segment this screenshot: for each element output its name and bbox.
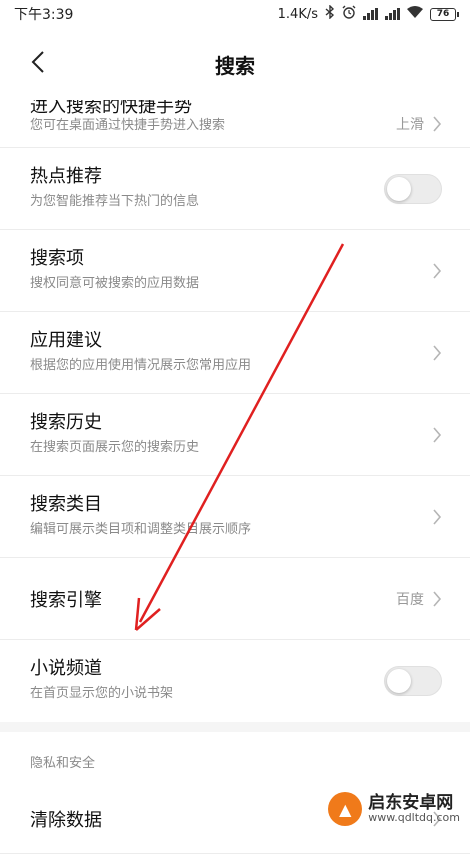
setting-subtitle: 搜权同意可被搜索的应用数据 — [30, 276, 200, 291]
setting-search-categories[interactable]: 搜索类目 编辑可展示类目项和调整类目展示顺序 — [0, 476, 470, 558]
setting-right — [432, 476, 442, 557]
page-title: 搜索 — [215, 53, 255, 78]
watermark: ▲ 启东安卓网 www.qdltdq.com — [328, 792, 460, 826]
battery-icon: 76 — [430, 7, 459, 21]
status-icons: 1.4K/s 76 — [277, 4, 459, 23]
back-button[interactable] — [18, 42, 58, 82]
section-header-privacy: 隐私和安全 — [0, 732, 470, 784]
setting-title: 小说频道 — [30, 658, 102, 679]
setting-right: 上滑 — [396, 100, 442, 147]
section-divider — [0, 722, 470, 732]
settings-list: 进入搜索的快捷手势 您可在桌面通过快捷手势进入搜索 上滑 热点推荐 为您智能推荐… — [0, 100, 470, 854]
setting-search-items[interactable]: 搜索项 搜权同意可被搜索的应用数据 — [0, 230, 470, 312]
setting-value: 百度 — [396, 591, 424, 608]
setting-search-engine[interactable]: 搜索引擎 百度 — [0, 558, 470, 640]
setting-subtitle: 您可在桌面通过快捷手势进入搜索 — [30, 118, 226, 133]
setting-right: 百度 — [396, 558, 442, 639]
setting-search-history[interactable]: 搜索历史 在搜索页面展示您的搜索历史 — [0, 394, 470, 476]
chevron-left-icon — [31, 51, 44, 73]
setting-gesture[interactable]: 进入搜索的快捷手势 您可在桌面通过快捷手势进入搜索 上滑 — [0, 100, 470, 148]
setting-title: 搜索项 — [30, 248, 84, 269]
chevron-right-icon — [433, 262, 442, 279]
setting-title: 清除数据 — [30, 810, 102, 831]
watermark-text: 启东安卓网 www.qdltdq.com — [368, 792, 460, 825]
setting-title: 搜索历史 — [30, 412, 102, 433]
chevron-right-icon — [433, 508, 442, 525]
watermark-logo-icon: ▲ — [328, 792, 363, 826]
status-time: 下午3:39 — [14, 7, 74, 23]
setting-right — [432, 312, 442, 393]
chevron-right-icon — [433, 344, 442, 361]
toggle-knob — [387, 176, 411, 201]
watermark-url: www.qdltdq.com — [368, 811, 460, 825]
setting-right — [432, 394, 442, 475]
toggle-knob — [387, 669, 411, 693]
section-header-label: 隐私和安全 — [30, 756, 96, 771]
network-speed: 1.4K/s — [277, 6, 318, 22]
setting-novel-channel[interactable]: 小说频道 在首页显示您的小说书架 — [0, 640, 470, 722]
setting-hot-recommend[interactable]: 热点推荐 为您智能推荐当下热门的信息 — [0, 148, 470, 230]
alarm-icon — [342, 5, 356, 23]
setting-subtitle: 根据您的应用使用情况展示您常用应用 — [30, 358, 252, 373]
novel-channel-toggle[interactable] — [384, 666, 442, 696]
setting-subtitle: 在搜索页面展示您的搜索历史 — [30, 440, 200, 455]
wifi-icon — [407, 6, 423, 22]
setting-right — [432, 230, 442, 311]
setting-value: 上滑 — [396, 116, 424, 133]
setting-title: 搜索引擎 — [30, 590, 102, 611]
setting-title: 应用建议 — [30, 330, 102, 351]
setting-subtitle: 为您智能推荐当下热门的信息 — [30, 194, 200, 209]
setting-right — [384, 640, 442, 722]
chevron-right-icon — [433, 426, 442, 443]
signal-icon-2 — [385, 8, 400, 20]
setting-subtitle: 编辑可展示类目项和调整类目展示顺序 — [30, 522, 252, 537]
status-bar: 下午3:39 1.4K/s 76 — [0, 0, 470, 28]
chevron-right-icon — [433, 115, 442, 132]
hot-recommend-toggle[interactable] — [384, 173, 442, 204]
title-bar: 搜索 — [0, 28, 470, 100]
setting-right — [384, 148, 442, 229]
setting-title: 热点推荐 — [30, 166, 102, 187]
bluetooth-icon — [325, 4, 335, 23]
setting-app-suggestions[interactable]: 应用建议 根据您的应用使用情况展示您常用应用 — [0, 312, 470, 394]
signal-icon — [363, 8, 378, 20]
setting-subtitle: 在首页显示您的小说书架 — [30, 686, 174, 701]
watermark-name: 启东安卓网 — [368, 792, 454, 813]
chevron-right-icon — [433, 590, 442, 607]
setting-title: 搜索类目 — [30, 494, 102, 515]
